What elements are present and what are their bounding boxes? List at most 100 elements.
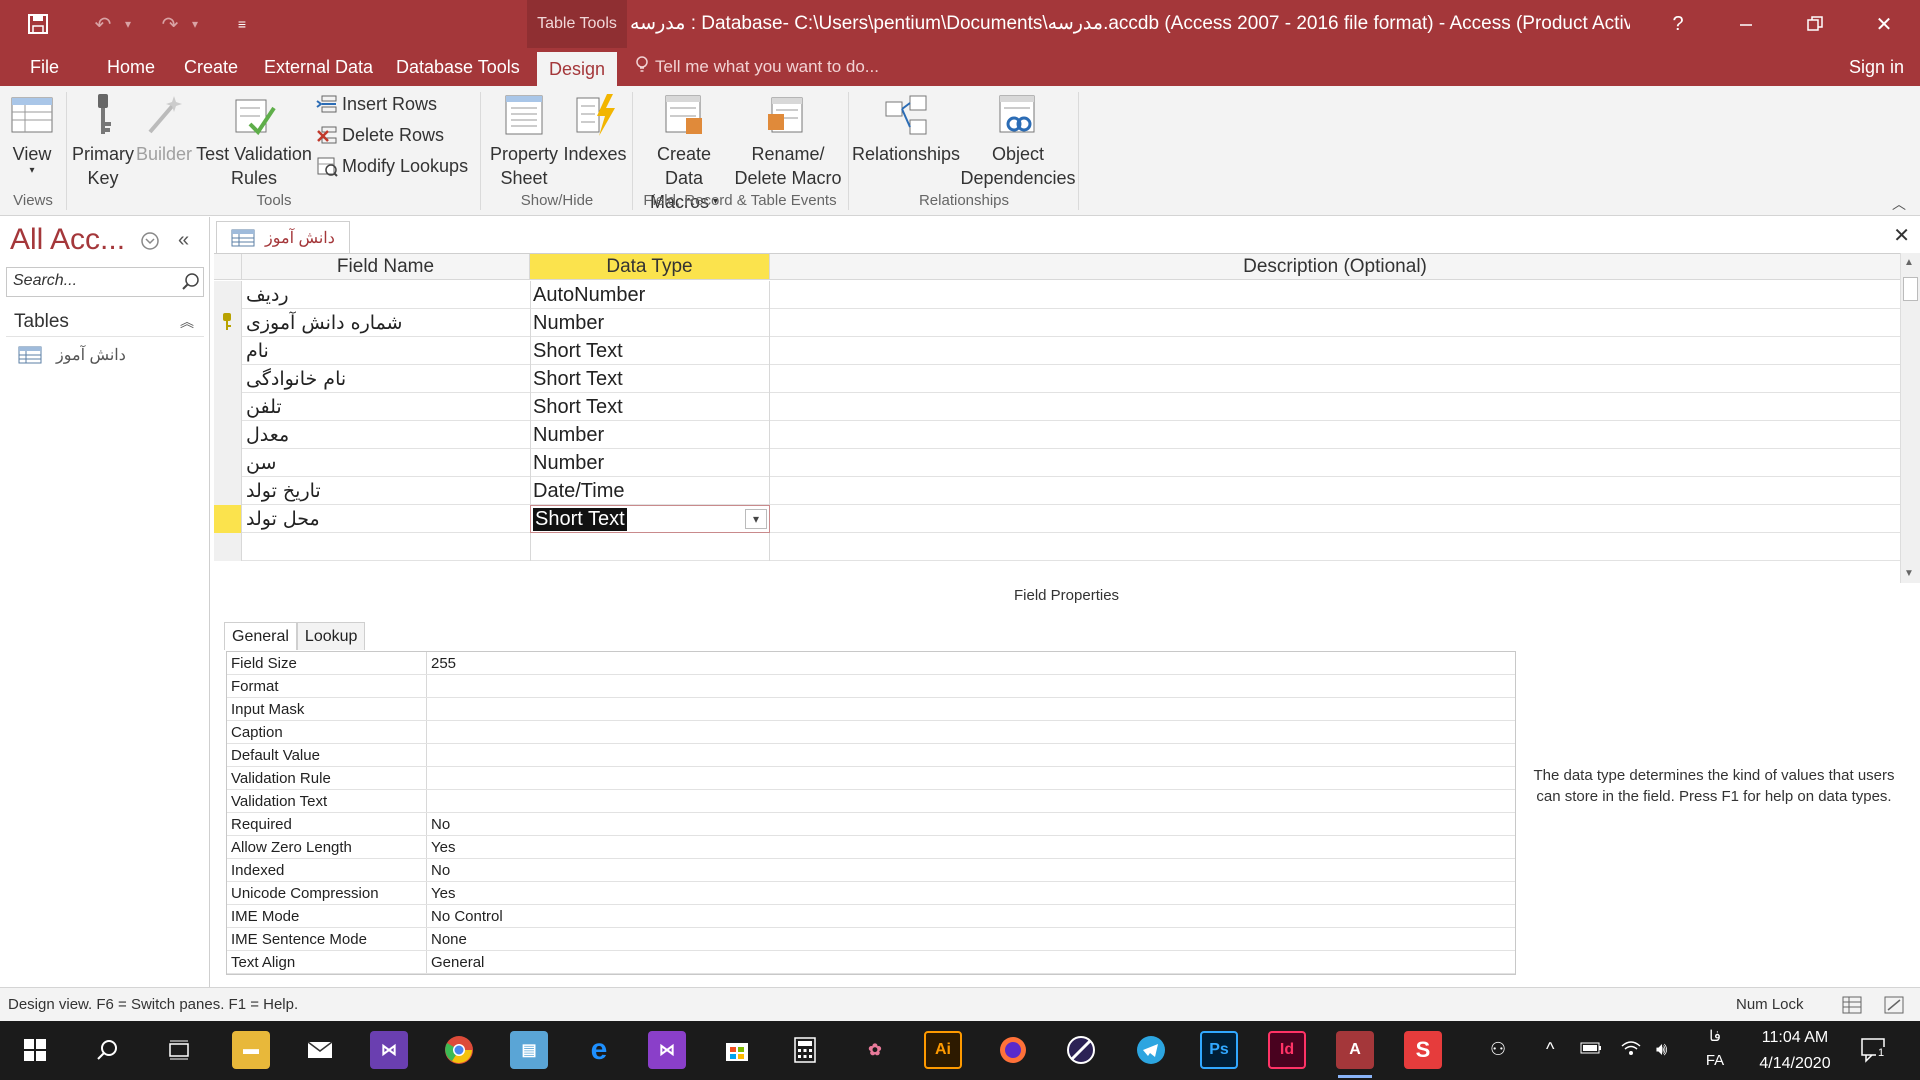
tab-general[interactable]: General	[224, 622, 297, 650]
description-cell[interactable]	[770, 309, 1900, 337]
property-row[interactable]: Indexed No	[227, 859, 1515, 882]
task-view-icon[interactable]	[160, 1031, 198, 1069]
row-selector[interactable]	[214, 393, 242, 421]
eclipse-icon[interactable]	[1062, 1031, 1100, 1069]
store-icon[interactable]	[718, 1031, 756, 1069]
datasheet-view-icon[interactable]	[1842, 996, 1862, 1019]
paint-icon[interactable]: ✿	[856, 1031, 894, 1069]
grid-scrollbar[interactable]: ▲ ▼	[1900, 253, 1920, 583]
object-dependencies-button[interactable]: Object Dependencies	[960, 92, 1076, 190]
tab-database-tools[interactable]: Database Tools	[384, 48, 532, 86]
property-row[interactable]: Allow Zero Length Yes	[227, 836, 1515, 859]
data-type-cell[interactable]: Short Text	[530, 393, 770, 421]
design-view-icon[interactable]	[1884, 996, 1904, 1019]
close-document-icon[interactable]: ✕	[1893, 223, 1910, 248]
data-type-cell[interactable]: Short Text	[530, 365, 770, 393]
row-selector[interactable]	[214, 281, 242, 309]
primary-key-button[interactable]: Primary Key	[72, 92, 134, 190]
minimize-icon[interactable]	[1726, 8, 1766, 40]
property-row[interactable]: Validation Rule	[227, 767, 1515, 790]
visual-studio-purple-icon[interactable]: ⋈	[370, 1031, 408, 1069]
field-name-cell[interactable]: سن	[244, 449, 522, 477]
insert-rows-button[interactable]: Insert Rows	[316, 90, 437, 118]
modify-lookups-button[interactable]: Modify Lookups	[316, 152, 468, 180]
delete-rows-button[interactable]: Delete Rows	[316, 121, 444, 149]
clock[interactable]: 11:04 AM 4/14/2020	[1740, 1025, 1850, 1077]
row-selector[interactable]	[214, 421, 242, 449]
table-row[interactable]: نام خانوادگی Short Text	[214, 365, 1900, 393]
column-header-field-name[interactable]: Field Name	[242, 254, 530, 280]
data-type-cell[interactable]: Short Text ▾	[530, 505, 770, 533]
property-row[interactable]: Unicode Compression Yes	[227, 882, 1515, 905]
table-row[interactable]: نام Short Text	[214, 337, 1900, 365]
description-cell[interactable]	[770, 477, 1900, 505]
row-selector[interactable]	[214, 477, 242, 505]
access-icon[interactable]: A	[1336, 1031, 1374, 1078]
calculator-icon[interactable]	[786, 1031, 824, 1069]
property-sheet-button[interactable]: Property Sheet	[488, 92, 560, 190]
table-row[interactable]	[214, 533, 1900, 561]
row-selector[interactable]	[214, 309, 242, 337]
field-name-cell[interactable]: معدل	[244, 421, 522, 449]
property-value[interactable]	[427, 744, 1515, 766]
property-value[interactable]: No	[427, 813, 1515, 835]
property-row[interactable]: Format	[227, 675, 1515, 698]
property-value[interactable]: None	[427, 928, 1515, 950]
notifications-icon[interactable]: 1	[1860, 1037, 1888, 1068]
nav-pane-title[interactable]: All Acc...	[10, 223, 125, 257]
property-row[interactable]: IME Sentence Mode None	[227, 928, 1515, 951]
property-row[interactable]: Text Align General	[227, 951, 1515, 974]
property-value[interactable]: Yes	[427, 836, 1515, 858]
language-indicator[interactable]: فا FA	[1700, 1025, 1730, 1073]
help-button[interactable]: ?	[1658, 8, 1698, 40]
collapse-ribbon-icon[interactable]: ︿	[1892, 194, 1906, 214]
wifi-icon[interactable]	[1620, 1039, 1642, 1062]
builder-button[interactable]: Builder	[136, 92, 192, 166]
description-cell[interactable]	[770, 365, 1900, 393]
data-type-cell[interactable]: AutoNumber	[530, 281, 770, 309]
nav-item-table[interactable]: دانش آموز	[18, 339, 126, 371]
scrollbar-thumb[interactable]	[1903, 277, 1918, 301]
save-icon[interactable]	[22, 10, 54, 38]
table-row[interactable]: شماره دانش آموزی Number	[214, 309, 1900, 337]
table-row[interactable]: معدل Number	[214, 421, 1900, 449]
redo-dropdown-icon[interactable]: ▾	[187, 10, 203, 38]
tab-file[interactable]: File	[18, 48, 71, 86]
undo-icon[interactable]: ↶	[88, 10, 118, 38]
column-header-description[interactable]: Description (Optional)	[770, 254, 1900, 280]
table-row[interactable]: تلفن Short Text	[214, 393, 1900, 421]
scroll-down-icon[interactable]: ▼	[1904, 568, 1914, 579]
battery-icon[interactable]	[1580, 1039, 1602, 1060]
field-name-cell[interactable]: نام	[244, 337, 522, 365]
property-value[interactable]: 255	[427, 652, 1515, 674]
field-name-cell[interactable]: تلفن	[244, 393, 522, 421]
undo-dropdown-icon[interactable]: ▾	[120, 10, 136, 38]
data-type-cell[interactable]: Number	[530, 421, 770, 449]
description-cell[interactable]	[770, 421, 1900, 449]
volume-icon[interactable]: 🔊︎	[1656, 1039, 1667, 1060]
data-type-cell[interactable]	[530, 533, 770, 561]
tab-home[interactable]: Home	[95, 48, 167, 86]
search-icon[interactable]	[182, 273, 200, 296]
tab-create[interactable]: Create	[172, 48, 250, 86]
field-name-cell[interactable]: ردیف	[244, 281, 522, 309]
property-value[interactable]: Yes	[427, 882, 1515, 904]
people-icon[interactable]: ⚇	[1490, 1039, 1506, 1060]
description-cell[interactable]	[770, 393, 1900, 421]
description-cell[interactable]	[770, 281, 1900, 309]
nav-section-tables[interactable]: Tables ︽	[6, 307, 204, 337]
tab-lookup[interactable]: Lookup	[296, 622, 366, 650]
customize-qat-icon[interactable]: ≡	[232, 10, 252, 38]
property-row[interactable]: Field Size 255	[227, 652, 1515, 675]
data-type-cell[interactable]: Number	[530, 449, 770, 477]
property-value[interactable]: General	[427, 951, 1515, 973]
document-tab[interactable]: دانش آموز	[216, 221, 350, 253]
visual-studio-icon[interactable]: ⋈	[648, 1031, 686, 1069]
rename-delete-macro-button[interactable]: Rename/ Delete Macro	[734, 92, 842, 190]
description-cell[interactable]	[770, 505, 1900, 533]
field-name-cell[interactable]: نام خانوادگی	[244, 365, 522, 393]
photoshop-icon[interactable]: Ps	[1200, 1031, 1238, 1069]
view-button[interactable]: View ▾	[8, 92, 56, 176]
collapse-nav-icon[interactable]: «	[178, 229, 189, 252]
relationships-button[interactable]: Relationships	[852, 92, 960, 166]
